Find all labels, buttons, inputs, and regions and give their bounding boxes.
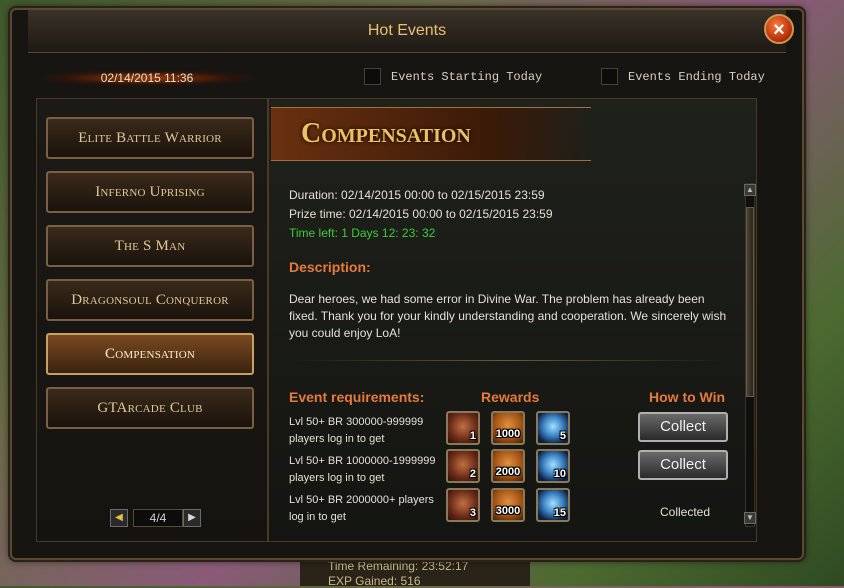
prev-page-button[interactable]: ◀ [110, 509, 128, 527]
gold-icon[interactable]: 1000 [491, 411, 525, 445]
ending-today-checkbox[interactable] [601, 68, 618, 85]
reward-count: 1 [469, 430, 476, 442]
starting-today-label: Events Starting Today [391, 70, 543, 84]
event-list-panel: Elite Battle Warrior Inferno Uprising Th… [36, 98, 268, 542]
collect-button[interactable]: Collect [638, 450, 728, 480]
chest-icon[interactable]: 3 [446, 488, 480, 522]
event-item-inferno-uprising[interactable]: Inferno Uprising [46, 171, 254, 213]
page-indicator: 4/4 [133, 509, 183, 527]
requirement-text: Lvl 50+ BR 2000000+ players log in to ge… [289, 494, 434, 523]
titlebar: Hot Events [28, 10, 786, 53]
scroll-up-icon: ▲ [746, 185, 754, 194]
date-display: 02/14/2015 11:36 [42, 70, 252, 86]
reward-count: 1000 [495, 428, 521, 440]
time-remaining-text: Time Remaining: 23:52:17 [328, 559, 469, 573]
requirement-text: Lvl 50+ BR 1000000-1999999 players log i… [289, 455, 436, 484]
reward-count: 3 [469, 507, 476, 519]
reward-count: 10 [553, 468, 566, 480]
close-button[interactable]: × [764, 14, 794, 44]
collect-button[interactable]: Collect [638, 412, 728, 442]
next-arrow-icon: ▶ [188, 512, 196, 523]
reward-count: 15 [553, 507, 566, 519]
gem-icon[interactable]: 5 [536, 411, 570, 445]
description-text: Dear heroes, we had some error in Divine… [289, 292, 727, 340]
gem-icon[interactable]: 15 [536, 488, 570, 522]
event-prize-time: Prize time: 02/14/2015 00:00 to 02/15/20… [289, 207, 553, 221]
reward-count: 2000 [495, 466, 521, 478]
chest-icon[interactable]: 1 [446, 411, 480, 445]
close-icon: × [773, 19, 785, 41]
section-divider [289, 360, 729, 361]
event-item-gtarcade-club[interactable]: GTArcade Club [46, 387, 254, 429]
event-banner-title: Compensation [301, 118, 471, 149]
prev-arrow-icon: ◀ [115, 512, 123, 523]
event-item-dragonsoul-conqueror[interactable]: Dragonsoul Conqueror [46, 279, 254, 321]
ending-today-label: Events Ending Today [628, 70, 765, 84]
reward-count: 2 [469, 468, 476, 480]
requirement-text: Lvl 50+ BR 300000-999999 players log in … [289, 416, 424, 445]
event-item-compensation[interactable]: Compensation [46, 333, 254, 375]
gold-icon[interactable]: 2000 [491, 449, 525, 483]
scrollbar-thumb[interactable] [746, 207, 754, 397]
rewards-header: Rewards [481, 389, 540, 405]
event-item-the-s-man[interactable]: The S Man [46, 225, 254, 267]
scroll-down-button[interactable]: ▼ [744, 512, 756, 524]
collected-status: Collected [659, 505, 711, 519]
description-title: Description: [289, 259, 371, 275]
date-text: 02/14/2015 11:36 [100, 71, 194, 85]
scroll-up-button[interactable]: ▲ [744, 184, 756, 196]
event-banner: Compensation [271, 107, 591, 161]
event-time-left: Time left: 1 Days 12: 23: 32 [289, 226, 436, 240]
event-detail-panel: Compensation Duration: 02/14/2015 00:00 … [268, 98, 757, 542]
reward-count: 3000 [495, 505, 521, 517]
gem-icon[interactable]: 10 [536, 449, 570, 483]
requirements-header: Event requirements: [289, 389, 425, 405]
event-item-elite-battle-warrior[interactable]: Elite Battle Warrior [46, 117, 254, 159]
starting-today-checkbox[interactable] [364, 68, 381, 85]
reward-count: 5 [559, 430, 566, 442]
scroll-down-icon: ▼ [746, 513, 754, 522]
next-page-button[interactable]: ▶ [183, 509, 201, 527]
how-to-win-header: How to Win [649, 389, 726, 405]
chest-icon[interactable]: 2 [446, 449, 480, 483]
event-duration: Duration: 02/14/2015 00:00 to 02/15/2015… [289, 188, 545, 202]
hot-events-window: Hot Events × 02/14/2015 11:36 Events Sta… [10, 8, 804, 560]
gold-icon[interactable]: 3000 [491, 488, 525, 522]
window-title: Hot Events [367, 22, 447, 39]
